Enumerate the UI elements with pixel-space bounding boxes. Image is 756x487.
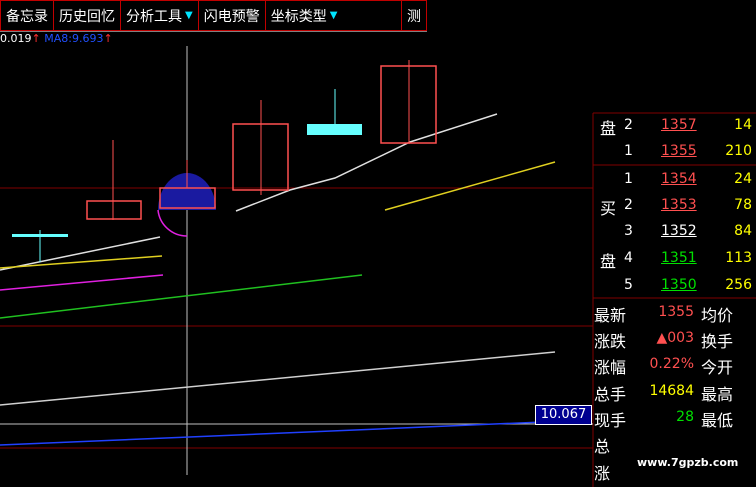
chart-toolbar: 备忘录 历史回忆 分析工具 ▼ 闪电预警 坐标类型 ▼ 测	[0, 0, 427, 32]
stat-row-current-volume: 现手 28 最低	[593, 405, 756, 430]
order-book-row[interactable]: 1 1355 210	[593, 139, 756, 165]
volume-ma-value-badge: 10.067	[535, 405, 592, 425]
stat-label: 涨跌	[594, 332, 627, 351]
measure-label: 测	[407, 8, 421, 25]
ob-level: 2	[624, 197, 633, 213]
ob-level: 1	[624, 171, 633, 187]
ob-level: 5	[624, 277, 633, 293]
ob-volume: 113	[725, 250, 752, 266]
ob-level: 1	[624, 143, 633, 159]
ma-line-white	[0, 236, 161, 271]
memo-label: 备忘录	[6, 8, 48, 25]
ma-line-yellow	[0, 255, 163, 269]
stat-label: 最新	[594, 306, 627, 325]
toolbar-spacer	[342, 0, 401, 31]
ob-side-label: 盘	[600, 252, 617, 271]
stat-value: 28	[676, 409, 694, 425]
quote-panel: 盘 2 1357 14 1 1355 210 1 1354 24 买 2 135…	[593, 113, 756, 487]
flash-alert-button[interactable]: 闪电预警	[197, 0, 265, 31]
stat-label: 总手	[594, 385, 627, 404]
ob-price: 1355	[661, 143, 697, 159]
ob-level: 3	[624, 223, 633, 239]
indicator-value: 0.019	[0, 32, 32, 45]
memo-button[interactable]: 备忘录	[0, 0, 53, 31]
stat-row-partial: 总	[593, 431, 756, 456]
ob-price: 1357	[661, 117, 697, 133]
stat-label: 现手	[594, 411, 627, 430]
ob-level: 4	[624, 250, 633, 266]
ob-price: 1354	[661, 171, 697, 187]
ob-side-label: 盘	[600, 119, 617, 138]
coordinate-type-label: 坐标类型	[270, 8, 327, 25]
stat-label: 今开	[701, 358, 734, 377]
ma-line-white	[235, 113, 498, 212]
stat-label: 均价	[701, 306, 734, 325]
order-book-row[interactable]: 5 1350 256	[593, 273, 756, 299]
candle	[307, 89, 362, 135]
watermark: www.7gpzb.com	[637, 456, 739, 469]
up-arrow-icon: ↑	[103, 32, 113, 45]
chevron-down-icon: ▼	[329, 10, 338, 21]
ob-volume: 78	[734, 197, 752, 213]
analysis-tools-dropdown[interactable]: 分析工具 ▼	[120, 0, 198, 31]
chevron-down-icon: ▼	[185, 10, 193, 21]
ob-volume: 210	[725, 143, 752, 159]
measure-button[interactable]: 测	[401, 0, 427, 31]
volume-ma-white	[0, 351, 556, 406]
stat-label: 涨	[594, 464, 611, 483]
stat-value: 0.22%	[649, 356, 694, 372]
ob-side-label: 买	[600, 199, 617, 218]
ma-value: 9.693	[71, 32, 104, 45]
ma-label: MA8:	[44, 32, 72, 45]
history-recall-label: 历史回忆	[59, 8, 115, 25]
candle	[380, 60, 437, 144]
order-book-row[interactable]: 3 1352 84	[593, 219, 756, 245]
stat-label: 最高	[701, 385, 734, 404]
stat-value: 14684	[649, 383, 694, 399]
stat-label: 总	[594, 437, 611, 456]
ob-price: 1350	[661, 277, 697, 293]
stat-value: 1355	[658, 304, 694, 320]
ob-price: 1352	[661, 223, 697, 239]
order-book-row[interactable]: 盘 2 1357 14	[593, 113, 756, 139]
order-book-row[interactable]: 1 1354 24	[593, 167, 756, 193]
ob-volume: 256	[725, 277, 752, 293]
ma-line-yellow	[384, 161, 556, 211]
analysis-tools-label: 分析工具	[126, 8, 182, 25]
candle	[232, 100, 289, 195]
order-book-row[interactable]: 买 2 1353 78	[593, 193, 756, 219]
indicator-line: 0.019↑ MA8:9.693↑	[0, 32, 113, 46]
stat-label: 换手	[701, 332, 734, 351]
stat-row-total-volume: 总手 14684 最高	[593, 379, 756, 404]
ma-line-green	[0, 274, 363, 319]
ma-line-magenta	[0, 274, 164, 291]
ob-volume: 24	[734, 171, 752, 187]
ob-price: 1351	[661, 250, 697, 266]
flash-alert-label: 闪电预警	[203, 8, 260, 25]
up-arrow-icon: ↑	[31, 32, 41, 45]
stat-row-change-pct: 涨幅 0.22% 今开	[593, 352, 756, 377]
stat-label: 最低	[701, 411, 734, 430]
ob-price: 1353	[661, 197, 697, 213]
stat-value: ▲003	[656, 330, 695, 346]
coordinate-type-dropdown[interactable]: 坐标类型 ▼	[264, 0, 343, 31]
order-book-row[interactable]: 盘 4 1351 113	[593, 246, 756, 272]
history-recall-button[interactable]: 历史回忆	[53, 0, 120, 31]
stat-row-change: 涨跌 ▲003 换手	[593, 326, 756, 351]
ob-level: 2	[624, 117, 633, 133]
ob-volume: 84	[734, 223, 752, 239]
stat-label: 涨幅	[594, 358, 627, 377]
ob-volume: 14	[734, 117, 752, 133]
candle	[86, 140, 142, 220]
stat-row-latest: 最新 1355 均价	[593, 300, 756, 325]
